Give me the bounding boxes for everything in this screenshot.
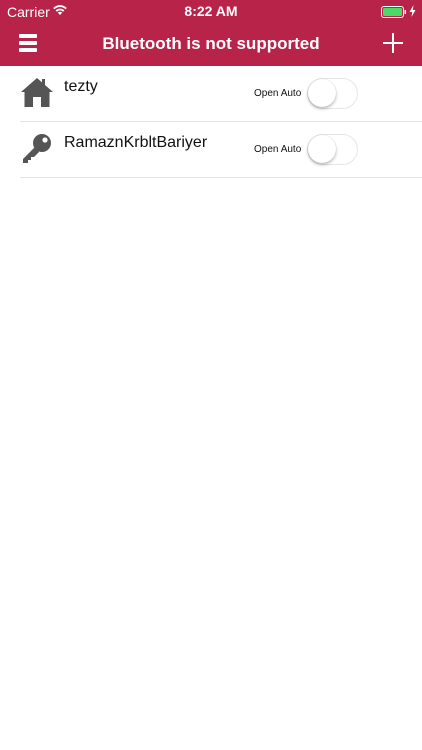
list-item-ramaznkrbltbariyer[interactable]: RamaznKrbltBariyer Open Auto [20, 122, 422, 178]
open-auto-label: Open Auto [254, 88, 302, 99]
device-list: tezty Open Auto RamaznKrbltBariyer Open … [0, 66, 422, 178]
device-name: tezty [64, 78, 98, 95]
house-icon [20, 76, 54, 110]
plus-icon[interactable] [382, 32, 404, 54]
toggle-knob [308, 79, 336, 107]
clock: 8:22 AM [184, 3, 238, 19]
open-auto-toggle[interactable] [307, 78, 358, 109]
charging-bolt-icon [409, 4, 416, 20]
key-icon [20, 132, 54, 166]
page-title: Bluetooth is not supported [102, 34, 320, 53]
open-auto-toggle[interactable] [307, 134, 358, 165]
toggle-knob [308, 135, 336, 163]
list-item-tezty[interactable]: tezty Open Auto [20, 66, 422, 122]
hamburger-menu-icon[interactable] [19, 34, 39, 52]
status-bar: Carrier 8:22 AM [0, 0, 422, 22]
battery-icon [381, 5, 407, 21]
nav-bar: Bluetooth is not supported [0, 22, 422, 66]
top-bar: Carrier 8:22 AM Bluetooth is not support… [0, 0, 422, 66]
device-name: RamaznKrbltBariyer [64, 134, 208, 151]
open-auto-label: Open Auto [254, 144, 302, 155]
